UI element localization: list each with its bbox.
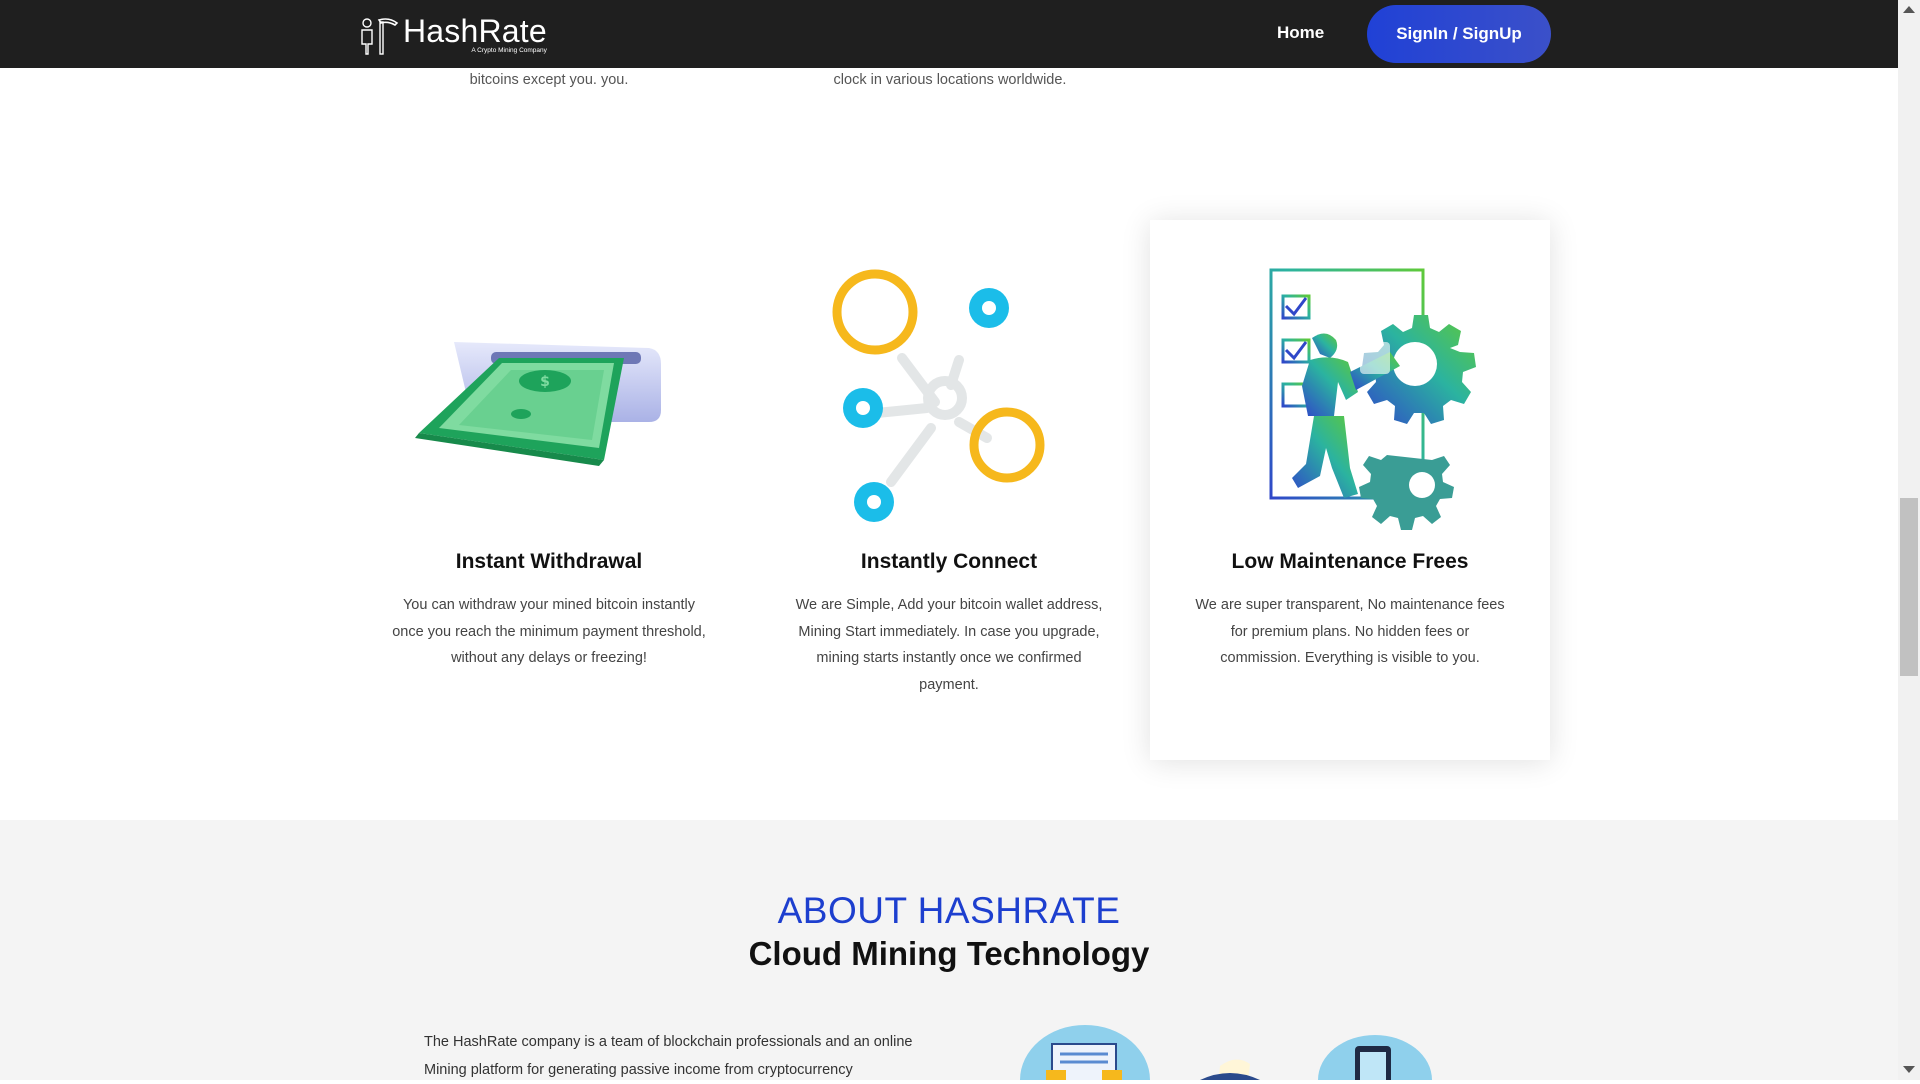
feature-card-low-maintenance[interactable]: Low Maintenance Frees We are super trans…	[1150, 220, 1550, 760]
scroll-up-arrow-icon[interactable]	[1903, 6, 1915, 13]
signin-signup-button[interactable]: SignIn / SignUp	[1367, 5, 1551, 63]
feature-description: We are Simple, Add your bitcoin wallet a…	[795, 597, 1103, 693]
maintenance-gear-icon	[1269, 268, 1476, 530]
svg-text:$: $	[540, 374, 550, 390]
about-title: Cloud Mining Technology	[748, 935, 1150, 972]
scrollbar-thumb[interactable]	[1900, 498, 1918, 676]
brand-name: HashRate	[403, 13, 547, 49]
nav-home-link[interactable]: Home	[1277, 23, 1324, 43]
feature-title: Low Maintenance Frees	[1231, 550, 1469, 573]
about-section: ABOUT HASHRATE Cloud Mining Technology T…	[0, 820, 1898, 1080]
network-connect-icon	[832, 269, 1045, 522]
feature-description: You can withdraw your mined bitcoin inst…	[392, 597, 706, 666]
top-navbar: HashRate A Crypto Mining Company Home Si…	[0, 0, 1898, 68]
about-kicker: ABOUT HASHRATE	[777, 890, 1121, 931]
cash-withdrawal-icon: $	[415, 342, 661, 466]
brand-logo[interactable]: HashRate A Crypto Mining Company	[359, 13, 547, 57]
feature-card-instant-withdrawal: $ Instant Withdrawal You can withdraw yo…	[349, 220, 749, 760]
pickaxe-miner-icon	[361, 18, 399, 55]
feature-title: Instant Withdrawal	[455, 550, 643, 573]
about-illustration-icon	[1020, 1025, 1432, 1080]
scroll-down-arrow-icon[interactable]	[1903, 1066, 1915, 1073]
feature-title: Instantly Connect	[860, 550, 1038, 573]
feature-description: We are super transparent, No maintenance…	[1195, 597, 1505, 666]
feature-card-instantly-connect: Instantly Connect We are Simple, Add you…	[749, 220, 1149, 760]
page-scrollbar[interactable]	[1898, 0, 1920, 1080]
previous-feature-text-fragment: clock in various locations worldwide.	[833, 72, 1067, 88]
previous-feature-text-fragment: bitcoins except you. you.	[469, 72, 629, 88]
about-description: The HashRate company is a team of blockc…	[424, 1034, 913, 1078]
